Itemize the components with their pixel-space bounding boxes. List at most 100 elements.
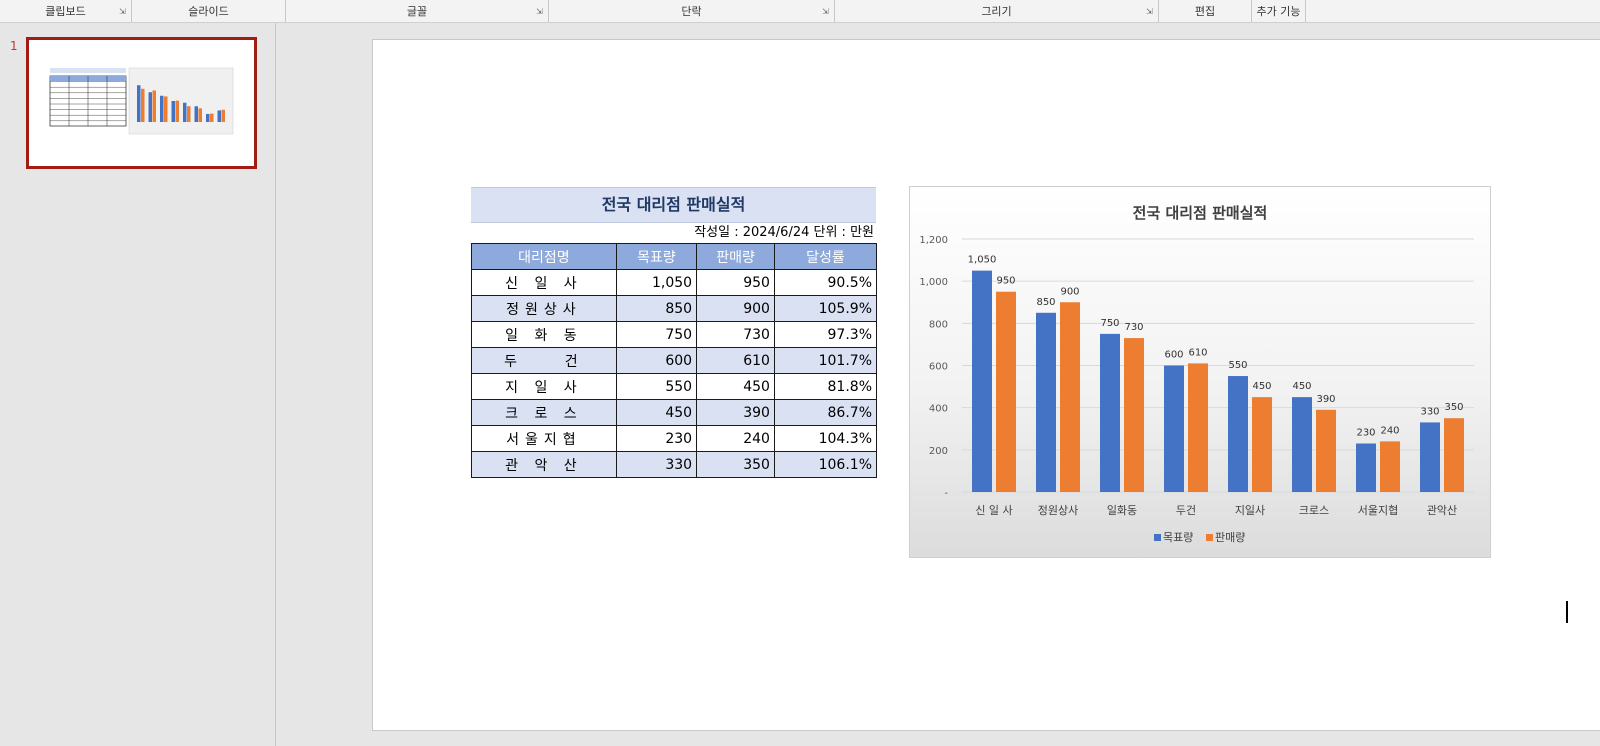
table-row: 지 일 사 550 450 81.8% bbox=[471, 373, 878, 400]
table-row: 일 화 동 750 730 97.3% bbox=[471, 321, 878, 348]
x-tick-label: 정원상사 bbox=[1038, 504, 1078, 517]
bar-target bbox=[1420, 422, 1440, 492]
bar-sales bbox=[1316, 409, 1336, 492]
text-cursor bbox=[1566, 601, 1568, 623]
header-target: 목표량 bbox=[615, 243, 698, 270]
data-label: 750 bbox=[1100, 318, 1119, 329]
cell-target: 330 bbox=[615, 451, 698, 478]
bar-target bbox=[972, 270, 992, 492]
data-label: 240 bbox=[1380, 425, 1399, 436]
y-tick-label: 1,200 bbox=[919, 235, 948, 246]
cell-branch: 지 일 사 bbox=[471, 373, 617, 400]
thumb-bar bbox=[217, 110, 221, 122]
data-label: 1,050 bbox=[968, 255, 997, 266]
ribbon-group-slides: 슬라이드 bbox=[132, 0, 286, 22]
bar-sales bbox=[1188, 363, 1208, 492]
thumb-table-title bbox=[50, 68, 126, 73]
x-tick-label: 크로스 bbox=[1299, 504, 1329, 517]
ribbon-group-drawing: 그리기 ⇲ bbox=[835, 0, 1159, 22]
table-row: 관 악 산 330 350 106.1% bbox=[471, 451, 878, 478]
data-label: 610 bbox=[1188, 347, 1207, 358]
dialog-launcher-icon[interactable]: ⇲ bbox=[822, 8, 830, 16]
bar-target bbox=[1356, 443, 1376, 492]
cell-branch: 서울지협 bbox=[471, 425, 617, 452]
dialog-launcher-icon[interactable]: ⇲ bbox=[1146, 8, 1154, 16]
table-row: 정원상사 850 900 105.9% bbox=[471, 295, 878, 322]
y-tick-label: 1,000 bbox=[919, 277, 948, 288]
thumb-bar bbox=[198, 108, 202, 122]
cell-target: 230 bbox=[615, 425, 698, 452]
thumb-bar bbox=[164, 96, 168, 122]
cell-branch: 두 건 bbox=[471, 347, 617, 374]
ribbon-group-label: 클립보드 bbox=[45, 5, 86, 18]
x-tick-label: 서울지협 bbox=[1358, 504, 1398, 517]
table-meta: 작성일 : 2024/6/24 단위 : 만원 bbox=[694, 225, 874, 240]
thumb-bar bbox=[221, 109, 225, 122]
cell-sales: 390 bbox=[696, 399, 775, 426]
data-label: 730 bbox=[1124, 322, 1143, 333]
bar-target bbox=[1036, 312, 1056, 492]
legend-swatch bbox=[1206, 534, 1213, 541]
y-tick-label: 200 bbox=[929, 446, 948, 457]
sales-chart[interactable]: 전국 대리점 판매실적 - 200 400 600 800 1,000 1,200 1,050 9… bbox=[909, 186, 1491, 558]
thumb-bar bbox=[160, 95, 164, 122]
slide-thumbnail-preview bbox=[49, 67, 234, 135]
ribbon-group-bar: 클립보드 ⇲ 슬라이드 글꼴 ⇲ 단락 ⇲ 그리기 ⇲ 편집 추가 기능 bbox=[0, 0, 1600, 23]
dialog-launcher-icon[interactable]: ⇲ bbox=[119, 8, 127, 16]
slide-canvas[interactable]: 전국 대리점 판매실적 작성일 : 2024/6/24 단위 : 만원 대리점명… bbox=[372, 39, 1600, 731]
data-label: 450 bbox=[1252, 381, 1271, 392]
bar-sales bbox=[1444, 418, 1464, 492]
cell-sales: 610 bbox=[696, 347, 775, 374]
bar-target bbox=[1292, 397, 1312, 492]
legend-label: 판매량 bbox=[1215, 531, 1245, 544]
ribbon-group-label: 단락 bbox=[681, 5, 702, 18]
ribbon-group-label: 추가 기능 bbox=[1256, 5, 1301, 18]
ribbon-group-label: 그리기 bbox=[981, 5, 1012, 18]
slide-editor-area[interactable]: 전국 대리점 판매실적 작성일 : 2024/6/24 단위 : 만원 대리점명… bbox=[276, 23, 1600, 746]
cell-target: 600 bbox=[615, 347, 698, 374]
y-tick-label: - bbox=[944, 488, 948, 499]
thumb-bar bbox=[137, 85, 141, 122]
x-tick-label: 두건 bbox=[1176, 504, 1196, 517]
ribbon-group-addins: 추가 기능 bbox=[1252, 0, 1306, 22]
ribbon-group-font: 글꼴 ⇲ bbox=[286, 0, 549, 22]
x-tick-label: 신 일 사 bbox=[975, 503, 1012, 517]
data-label: 850 bbox=[1036, 297, 1055, 308]
table-row: 서울지협 230 240 104.3% bbox=[471, 425, 878, 452]
x-tick-label: 일화동 bbox=[1107, 503, 1137, 517]
cell-rate: 104.3% bbox=[773, 425, 878, 452]
bar-sales bbox=[1124, 338, 1144, 492]
legend-label: 목표량 bbox=[1163, 531, 1193, 544]
cell-branch: 관 악 산 bbox=[471, 451, 617, 478]
cell-target: 1,050 bbox=[615, 269, 698, 296]
data-label: 950 bbox=[996, 276, 1015, 287]
cell-rate: 101.7% bbox=[773, 347, 878, 374]
cell-rate: 90.5% bbox=[773, 269, 878, 296]
cell-sales: 240 bbox=[696, 425, 775, 452]
bar-sales bbox=[1252, 397, 1272, 492]
thumb-bar bbox=[206, 113, 210, 122]
sales-table[interactable]: 대리점명 목표량 판매량 달성률 신 일 사 1,050 950 90.5% 정… bbox=[471, 243, 878, 478]
cell-branch: 크 로 스 bbox=[471, 399, 617, 426]
ribbon-group-label: 글꼴 bbox=[406, 5, 428, 18]
legend-swatch bbox=[1154, 534, 1161, 541]
y-tick-label: 400 bbox=[929, 404, 948, 415]
ribbon-group-label: 슬라이드 bbox=[188, 5, 229, 18]
slide-thumbnail[interactable] bbox=[26, 37, 257, 169]
dialog-launcher-icon[interactable]: ⇲ bbox=[536, 8, 544, 16]
cell-rate: 97.3% bbox=[773, 321, 878, 348]
ribbon-group-clipboard: 클립보드 ⇲ bbox=[0, 0, 132, 22]
data-label: 390 bbox=[1316, 394, 1335, 405]
data-label: 330 bbox=[1420, 406, 1439, 417]
data-label: 350 bbox=[1444, 402, 1463, 413]
cell-rate: 86.7% bbox=[773, 399, 878, 426]
bar-sales bbox=[1380, 441, 1400, 492]
x-tick-label: 지일사 bbox=[1235, 503, 1265, 517]
header-sales: 판매량 bbox=[696, 243, 775, 270]
data-label: 600 bbox=[1164, 350, 1183, 361]
bar-target bbox=[1228, 376, 1248, 492]
chart-svg: 전국 대리점 판매실적 - 200 400 600 800 1,000 1,200 1,050 9… bbox=[919, 204, 1474, 544]
bar-target bbox=[1164, 365, 1184, 492]
x-tick-label: 관악산 bbox=[1427, 504, 1457, 517]
thumb-bar bbox=[141, 88, 145, 122]
